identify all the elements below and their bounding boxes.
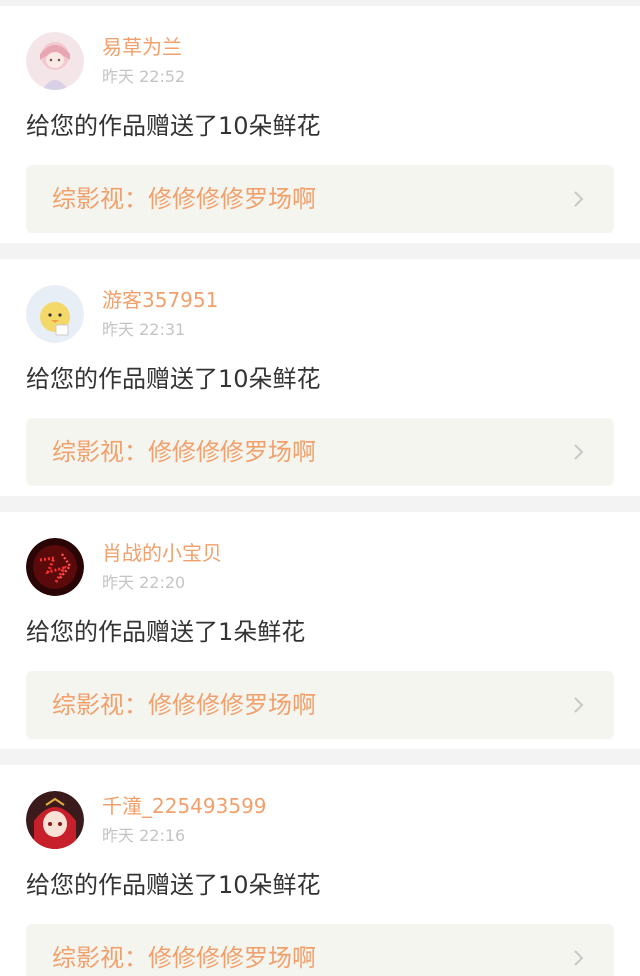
chevron-right-icon <box>568 442 588 462</box>
gift-message: 给您的作品赠送了10朵鲜花 <box>26 112 321 140</box>
notification-feed: 易草为兰 昨天 22:52 给您的作品赠送了10朵鲜花 综影视：修修修修罗场啊 <box>0 0 640 976</box>
notification-card: 易草为兰 昨天 22:52 给您的作品赠送了10朵鲜花 综影视：修修修修罗场啊 <box>0 6 640 243</box>
username[interactable]: 易草为兰 <box>102 34 182 60</box>
notification-header: 游客357951 昨天 22:31 <box>26 285 586 343</box>
notification-card: 千潼_225493599 昨天 22:16 给您的作品赠送了10朵鲜花 综影视：… <box>0 765 640 976</box>
notification-card: 肖战的小宝贝 昨天 22:20 给您的作品赠送了1朵鲜花 综影视：修修修修罗场啊 <box>0 512 640 749</box>
timestamp: 昨天 22:52 <box>102 67 186 86</box>
avatar[interactable] <box>26 538 84 596</box>
timestamp: 昨天 22:31 <box>102 320 186 339</box>
red-neon-avatar-icon <box>26 538 84 596</box>
work-title: 综影视：修修修修罗场啊 <box>52 185 316 213</box>
gift-message: 给您的作品赠送了1朵鲜花 <box>26 618 306 646</box>
chevron-right-icon <box>568 189 588 209</box>
timestamp: 昨天 22:20 <box>102 573 186 592</box>
yellow-chick-avatar-icon <box>26 285 84 343</box>
avatar[interactable] <box>26 791 84 849</box>
work-link-button[interactable]: 综影视：修修修修罗场啊 <box>26 165 614 233</box>
gift-message: 给您的作品赠送了10朵鲜花 <box>26 365 321 393</box>
chevron-right-icon <box>568 948 588 968</box>
anime-red-hair-avatar-icon <box>26 791 84 849</box>
username[interactable]: 肖战的小宝贝 <box>102 540 222 566</box>
gift-message: 给您的作品赠送了10朵鲜花 <box>26 871 321 899</box>
username[interactable]: 千潼_225493599 <box>102 793 267 819</box>
notification-header: 易草为兰 昨天 22:52 <box>26 32 586 90</box>
work-link-button[interactable]: 综影视：修修修修罗场啊 <box>26 418 614 486</box>
chevron-right-icon <box>568 695 588 715</box>
notification-header: 肖战的小宝贝 昨天 22:20 <box>26 538 586 596</box>
username[interactable]: 游客357951 <box>102 287 218 313</box>
timestamp: 昨天 22:16 <box>102 826 186 845</box>
notification-card: 游客357951 昨天 22:31 给您的作品赠送了10朵鲜花 综影视：修修修修… <box>0 259 640 496</box>
anime-girl-avatar-icon <box>26 32 84 90</box>
work-link-button[interactable]: 综影视：修修修修罗场啊 <box>26 671 614 739</box>
work-title: 综影视：修修修修罗场啊 <box>52 691 316 719</box>
work-title: 综影视：修修修修罗场啊 <box>52 438 316 466</box>
work-link-button[interactable]: 综影视：修修修修罗场啊 <box>26 924 614 976</box>
notification-header: 千潼_225493599 昨天 22:16 <box>26 791 586 849</box>
work-title: 综影视：修修修修罗场啊 <box>52 944 316 972</box>
avatar[interactable] <box>26 32 84 90</box>
avatar[interactable] <box>26 285 84 343</box>
